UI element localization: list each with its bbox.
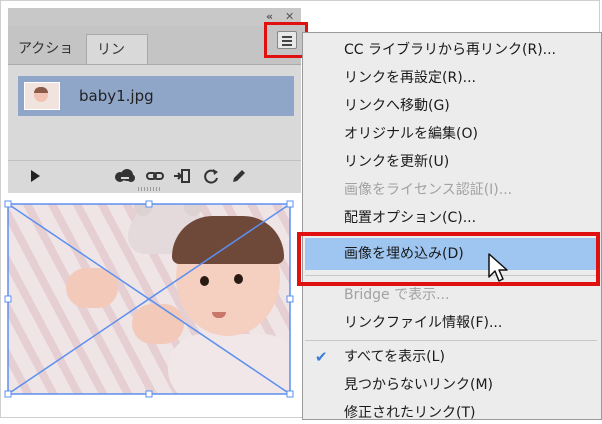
resize-handle[interactable] [4,390,12,398]
menu-item-go-to-link[interactable]: リンクへ移動(G) [344,95,450,117]
panel-resize-grip[interactable] [138,187,160,191]
play-icon[interactable] [26,167,44,185]
embed-highlight-box [297,232,600,286]
tab-actions[interactable]: アクション [8,34,86,87]
list-item[interactable]: baby1.jpg [18,76,294,116]
menu-separator [305,340,597,341]
resize-handle[interactable] [286,295,294,303]
panel-tabbar: アクション リンク [8,26,301,88]
links-panel: « ✕ アクション リンク baby1.jpg [8,8,301,193]
resize-handle[interactable] [145,390,153,398]
mouse-pointer-icon [488,253,508,282]
resize-handle[interactable] [4,200,12,208]
relink-icon[interactable] [146,167,164,185]
resize-handle[interactable] [4,295,12,303]
cc-library-link-icon[interactable] [112,167,136,185]
go-to-link-icon[interactable] [173,167,191,185]
menu-item-placement-options[interactable]: 配置オプション(C)... [344,207,476,229]
hamburger-icon[interactable] [277,31,297,49]
tab-links[interactable]: リンク [86,34,148,88]
links-list: baby1.jpg [8,65,301,160]
resize-handle[interactable] [286,390,294,398]
panel-titlebar: « ✕ [8,8,301,26]
link-name: baby1.jpg [79,87,154,105]
selection-frame [4,200,294,398]
menu-item-show-modified[interactable]: 修正されたリンク(T) [344,402,475,424]
edit-original-icon[interactable] [230,167,248,185]
menu-item-link-file-info[interactable]: リンクファイル情報(F)... [344,312,502,334]
menu-item-reveal-in-bridge: Bridge で表示... [344,287,450,303]
menu-item-relink-cc-library[interactable]: CC ライブラリから再リンク(R)... [344,39,556,61]
menu-item-edit-original[interactable]: オリジナルを編集(O) [344,123,478,145]
resize-handle[interactable] [286,200,294,208]
update-link-icon[interactable] [202,167,220,185]
link-thumbnail [24,82,60,110]
links-panel-flyout-menu: CC ライブラリから再リンク(R)... リンクを再設定(R)... リンクへ移… [302,32,602,421]
menu-item-relink[interactable]: リンクを再設定(R)... [344,67,476,89]
menu-item-update-link[interactable]: リンクを更新(U) [344,151,449,173]
menu-item-show-missing[interactable]: 見つからないリンク(M) [344,374,493,396]
menu-item-show-all[interactable]: すべてを表示(L) [344,346,445,368]
checkmark-icon: ✔ [315,348,328,366]
menu-item-license-image: 画像をライセンス認証(I)... [344,182,513,198]
resize-handle[interactable] [145,200,153,208]
